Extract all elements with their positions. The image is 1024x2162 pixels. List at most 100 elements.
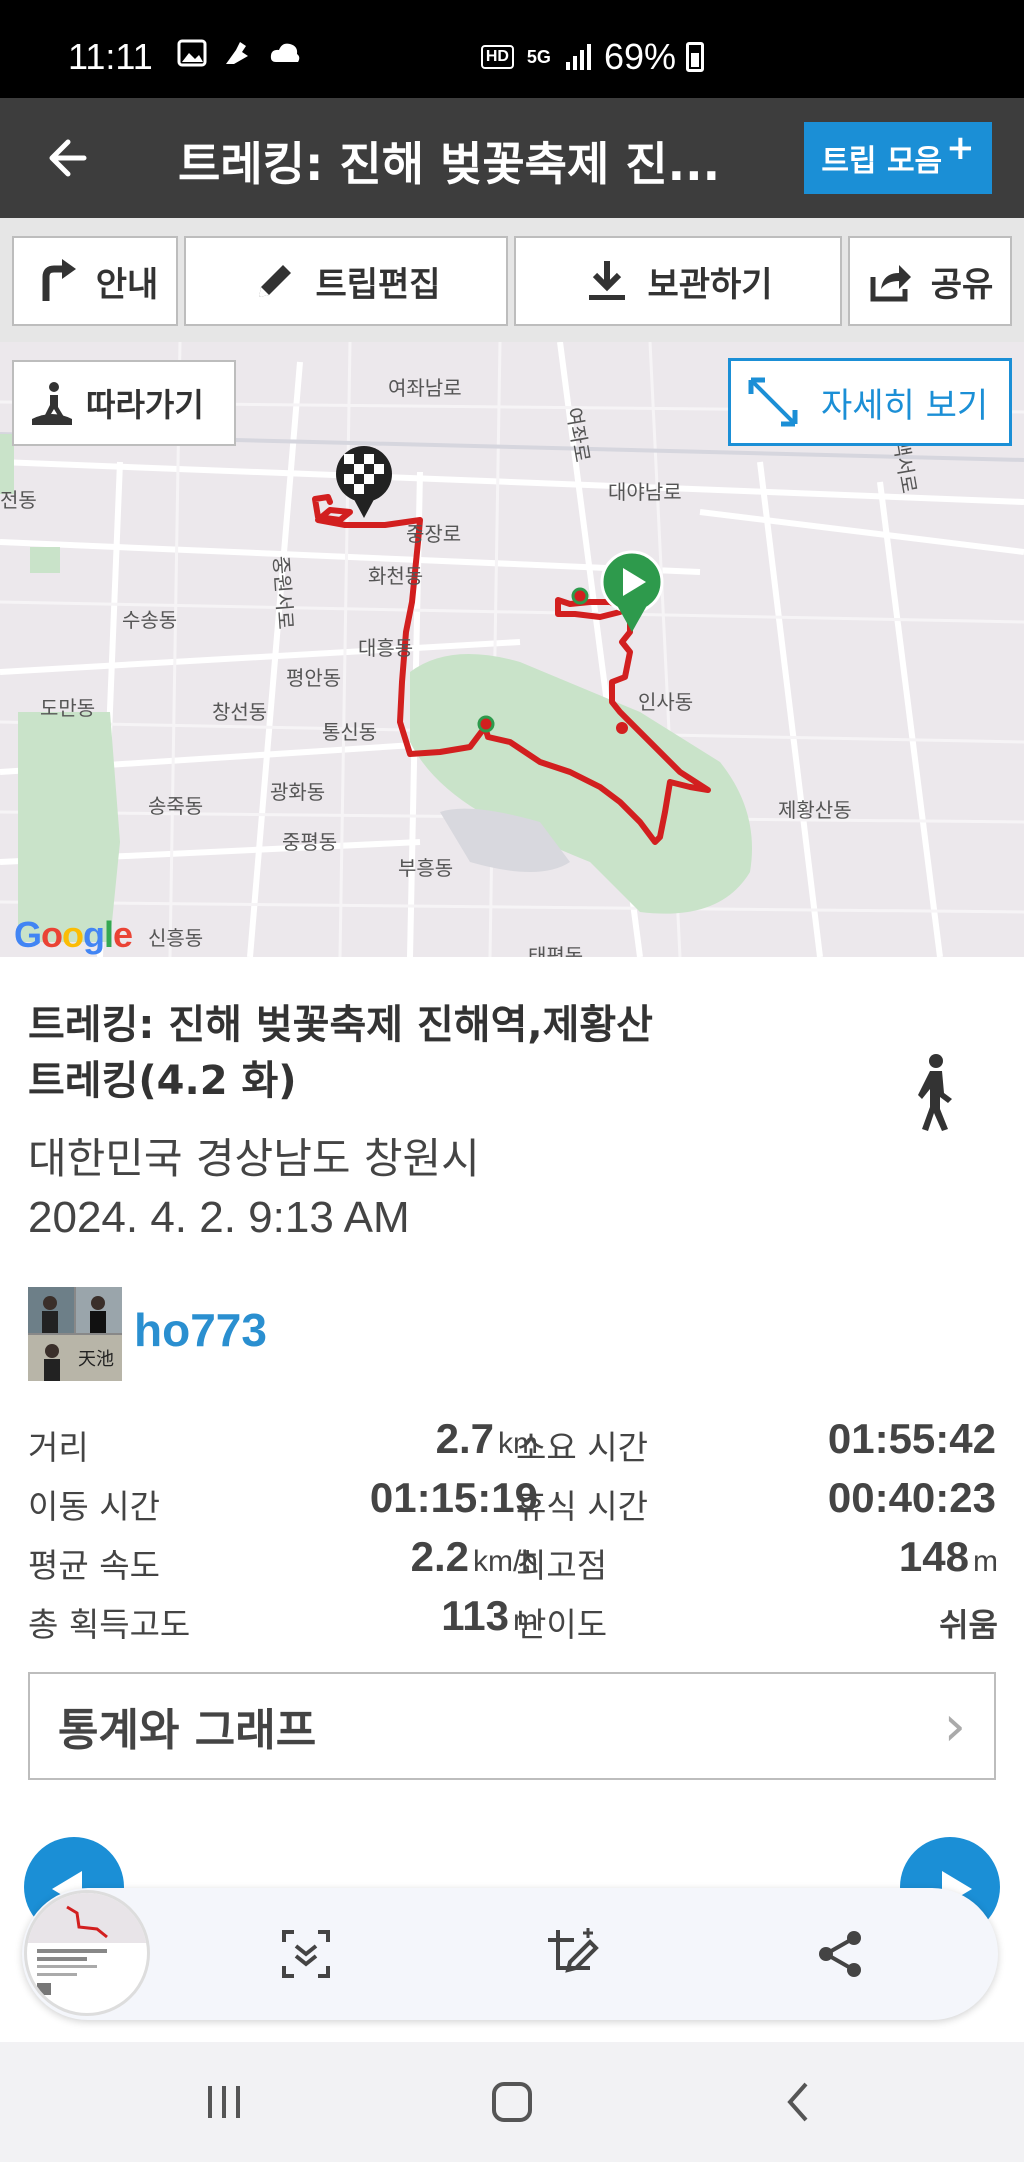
avg-speed-label: 평균 속도 bbox=[28, 1546, 160, 1585]
max-alt-number: 148 bbox=[898, 1533, 969, 1580]
map-label: 창선동 bbox=[212, 700, 268, 724]
recent-apps-icon[interactable] bbox=[200, 2078, 248, 2126]
trip-datetime: 2024. 4. 2. 9:13 AM bbox=[28, 1193, 410, 1242]
trip-title: 트레킹: 진해 벚꽃축제 진해역,제황산 트레킹(4.2 화) bbox=[28, 997, 788, 1109]
pencil-icon bbox=[259, 265, 292, 297]
map-label: 평안동 bbox=[286, 666, 342, 690]
toolbar: 안내 트립편집 보관하기 공유 bbox=[0, 218, 1024, 342]
avatar-photo: 天池 bbox=[28, 1287, 122, 1381]
map-label: 부흥동 bbox=[398, 856, 454, 880]
save-label: 보관하기 bbox=[647, 264, 773, 305]
crop-edit-icon[interactable] bbox=[544, 1926, 600, 1982]
screenshot-toolbar bbox=[22, 1888, 998, 2020]
follow-button[interactable]: 따라가기 bbox=[12, 360, 236, 446]
back-arrow-icon[interactable] bbox=[40, 128, 100, 188]
stats-row: 평균 속도 2.2 km/h 최고점 148 m bbox=[28, 1533, 998, 1592]
gain-number: 113 bbox=[441, 1592, 509, 1639]
network-badge: 5G bbox=[526, 46, 551, 67]
walking-person-icon bbox=[918, 1054, 952, 1131]
hd-badge: HD bbox=[480, 45, 514, 69]
map-label: 전동 bbox=[0, 488, 37, 512]
avg-speed-number: 2.2 bbox=[410, 1533, 469, 1580]
home-icon[interactable] bbox=[488, 2078, 536, 2126]
start-marker bbox=[600, 550, 664, 632]
guide-label: 안내 bbox=[95, 264, 159, 305]
app-header: 트레킹: 진해 벚꽃축제 진... 트립 모음 + bbox=[0, 98, 1024, 218]
guide-button[interactable]: 안내 bbox=[12, 236, 178, 326]
edit-trip-label: 트립편집 bbox=[315, 264, 441, 305]
max-alt-label: 최고점 bbox=[516, 1546, 608, 1585]
trip-location: 대한민국 경상남도 창원시 bbox=[28, 1134, 480, 1183]
battery-icon bbox=[686, 42, 704, 72]
map-label: 중원서로 bbox=[268, 555, 298, 631]
signal-icon bbox=[565, 44, 591, 70]
map-label: 인사동 bbox=[638, 690, 694, 714]
stats-graph-button[interactable]: 통계와 그래프 › bbox=[28, 1672, 996, 1780]
trip-collection-label: 트립 모음 bbox=[821, 144, 943, 179]
detail-view-label: 자세히 보기 bbox=[821, 385, 989, 426]
svg-text:天池: 天池 bbox=[78, 1349, 114, 1370]
chevron-right-icon: › bbox=[943, 1693, 966, 1759]
screenshot-thumbnail[interactable] bbox=[24, 1890, 150, 2016]
map-label: 화천동 bbox=[368, 564, 424, 588]
trip-title-line2: 트레킹(4.2 화) bbox=[28, 1058, 297, 1104]
moving-time-value: 01:15:19 bbox=[369, 1474, 538, 1521]
username-link[interactable]: ho773 bbox=[134, 1303, 267, 1357]
back-icon[interactable] bbox=[776, 2078, 824, 2126]
map-label: 대야남로 bbox=[608, 480, 682, 504]
plus-icon: + bbox=[946, 128, 975, 168]
difficulty-value: 쉬움 bbox=[939, 1607, 998, 1643]
share-label: 공유 bbox=[930, 264, 994, 305]
share-nodes-icon[interactable] bbox=[812, 1926, 868, 1982]
save-button[interactable]: 보관하기 bbox=[514, 236, 842, 326]
page-title: 트레킹: 진해 벚꽃축제 진... bbox=[178, 137, 718, 191]
status-time: 11:11 bbox=[68, 36, 153, 77]
map-label: 송죽동 bbox=[148, 794, 204, 818]
stats-row: 총 획득고도 113 m 난이도 쉬움 bbox=[28, 1592, 998, 1651]
scroll-capture-icon[interactable] bbox=[278, 1926, 334, 1982]
map-label: 중장로 bbox=[406, 522, 462, 546]
status-bar: 11:11 HD 5G 69% bbox=[0, 0, 1024, 98]
notification-icons bbox=[176, 38, 302, 68]
rest-time-value: 00:40:23 bbox=[827, 1474, 996, 1521]
rest-time-label: 휴식 시간 bbox=[516, 1487, 648, 1526]
system-status: HD 5G 69% bbox=[480, 36, 704, 78]
battery-percent: 69% bbox=[603, 36, 676, 77]
map-label: 수송동 bbox=[122, 608, 178, 632]
map-label: 태평동 bbox=[528, 944, 584, 957]
gallery-icon bbox=[177, 39, 207, 67]
google-logo: Google bbox=[14, 914, 133, 955]
stats-row: 거리 2.7 km 소요 시간 01:55:42 bbox=[28, 1415, 998, 1474]
expand-icon bbox=[748, 377, 798, 427]
thumbnail-preview bbox=[27, 1893, 147, 1995]
distance-number: 2.7 bbox=[435, 1415, 494, 1462]
moving-time-label: 이동 시간 bbox=[28, 1487, 160, 1526]
map-label: 통신동 bbox=[322, 720, 378, 744]
trip-title-line1: 트레킹: 진해 벚꽃축제 진해역,제황산 bbox=[28, 1002, 653, 1048]
follow-label: 따라가기 bbox=[86, 386, 204, 424]
total-time-label: 소요 시간 bbox=[516, 1428, 648, 1467]
system-navigation-bar bbox=[0, 2042, 1024, 2162]
cloud-icon bbox=[270, 43, 300, 62]
share-icon bbox=[870, 265, 911, 302]
hiker-icon bbox=[32, 382, 72, 425]
map-view[interactable]: 여좌남로 여좌로 대야남로 태백서로 전동 중장로 화천동 수송동 대흥동 중원… bbox=[0, 342, 1024, 957]
trip-collection-button[interactable]: 트립 모음 + bbox=[804, 122, 992, 194]
distance-label: 거리 bbox=[28, 1428, 89, 1467]
stats-table: 거리 2.7 km 소요 시간 01:55:42 이동 시간 01:15:19 휴… bbox=[28, 1415, 998, 1651]
max-alt-value: 148 m bbox=[899, 1533, 998, 1581]
map-label: 중평동 bbox=[282, 830, 338, 854]
download-icon bbox=[589, 261, 626, 300]
map-label: 도만동 bbox=[40, 696, 96, 720]
gain-label: 총 획득고도 bbox=[28, 1605, 191, 1644]
map-label: 여좌남로 bbox=[388, 376, 462, 400]
finish-flag-marker bbox=[336, 446, 392, 518]
edit-trip-button[interactable]: 트립편집 bbox=[184, 236, 508, 326]
bird-icon bbox=[226, 42, 248, 64]
share-button[interactable]: 공유 bbox=[848, 236, 1012, 326]
map-label: 제황산동 bbox=[778, 798, 852, 822]
avatar[interactable]: 天池 bbox=[28, 1287, 122, 1381]
map-label: 신흥동 bbox=[148, 926, 204, 950]
stats-row: 이동 시간 01:15:19 휴식 시간 00:40:23 bbox=[28, 1474, 998, 1533]
detail-view-button[interactable]: 자세히 보기 bbox=[728, 358, 1012, 446]
